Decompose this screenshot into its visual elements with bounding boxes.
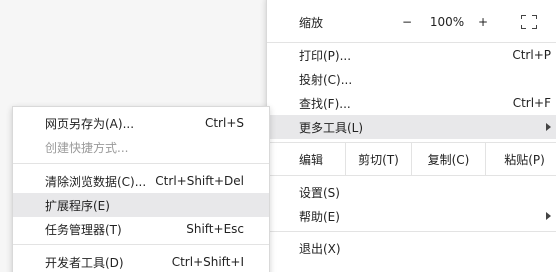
main-menu: 缩放 − 100% + 打印(P)... Ctrl+P 投射(C)... 查找(… [266,0,556,272]
edit-label: 编辑 [299,152,324,167]
fullscreen-icon[interactable] [521,15,537,29]
cast-label: 投射(C)... [299,72,353,87]
settings-item[interactable]: 设置(S) [267,180,556,204]
task-manager-shortcut: Shift+Esc [186,222,244,236]
clear-data-label: 清除浏览数据(C)... [45,174,147,189]
print-item[interactable]: 打印(P)... Ctrl+P [267,43,556,67]
dev-tools-item[interactable]: 开发者工具(D) Ctrl+Shift+I [13,250,269,272]
help-item[interactable]: 帮助(E) [267,204,556,228]
more-tools-item[interactable]: 更多工具(L) [267,115,556,139]
zoom-level: 100% [429,15,465,29]
task-manager-item[interactable]: 任务管理器(T) Shift+Esc [13,217,269,241]
cut-button[interactable]: 剪切(T) [345,143,411,175]
save-page-shortcut: Ctrl+S [204,116,244,130]
find-item[interactable]: 查找(F)... Ctrl+F [267,91,556,115]
create-shortcut-item: 创建快捷方式... [13,135,269,159]
create-shortcut-label: 创建快捷方式... [45,140,129,155]
separator [13,244,269,245]
zoom-row: 缩放 − 100% + [267,3,556,41]
extensions-label: 扩展程序(E) [45,198,110,213]
clear-data-item[interactable]: 清除浏览数据(C)... Ctrl+Shift+Del [13,169,269,193]
dev-tools-shortcut: Ctrl+Shift+I [171,255,244,269]
submenu-arrow-icon [546,212,551,220]
task-manager-label: 任务管理器(T) [45,222,122,237]
more-tools-submenu: 网页另存为(A)... Ctrl+S 创建快捷方式... 清除浏览数据(C)..… [12,106,270,272]
save-page-item[interactable]: 网页另存为(A)... Ctrl+S [13,111,269,135]
help-label: 帮助(E) [299,209,340,224]
copy-button[interactable]: 复制(C) [411,143,485,175]
paste-button[interactable]: 粘贴(P) [485,143,556,175]
clear-data-shortcut: Ctrl+Shift+Del [155,174,244,188]
cast-item[interactable]: 投射(C)... [267,67,556,91]
dev-tools-label: 开发者工具(D) [45,255,124,270]
print-shortcut: Ctrl+P [512,48,551,62]
settings-label: 设置(S) [299,185,340,200]
find-label: 查找(F)... [299,96,351,111]
separator [267,175,556,176]
more-tools-label: 更多工具(L) [299,120,364,135]
zoom-label: 缩放 [299,15,324,30]
print-label: 打印(P)... [299,48,352,63]
zoom-in-button[interactable]: + [469,10,497,34]
save-page-label: 网页另存为(A)... [45,116,135,131]
extensions-item[interactable]: 扩展程序(E) [13,193,269,217]
submenu-arrow-icon [546,123,551,131]
exit-label: 退出(X) [299,241,341,256]
zoom-out-button[interactable]: − [393,10,421,34]
separator [267,231,556,232]
edit-row: 编辑 剪切(T) 复制(C) 粘贴(P) [267,143,556,175]
exit-item[interactable]: 退出(X) [267,236,556,260]
find-shortcut: Ctrl+F [512,96,551,110]
separator [13,163,269,164]
